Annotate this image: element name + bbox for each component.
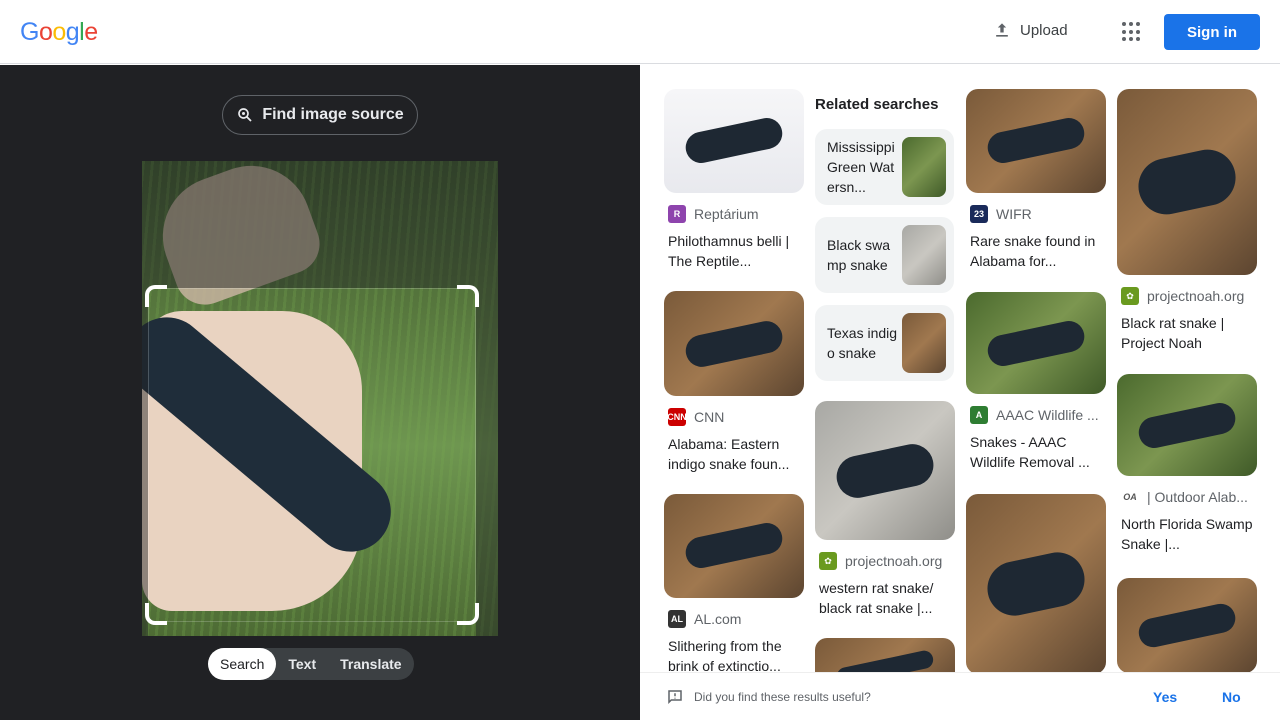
result-title[interactable]: North Florida Swamp Snake |... — [1117, 514, 1257, 554]
site-favicon-icon: OA — [1121, 488, 1139, 506]
tab-text[interactable]: Text — [276, 648, 328, 680]
result-title[interactable]: Black rat snake | Project Noah — [1117, 313, 1257, 353]
related-thumbnail — [902, 137, 946, 197]
result-title[interactable]: Snakes - AAAC Wildlife Removal ... — [966, 432, 1106, 472]
apps-grid-icon[interactable] — [1122, 22, 1142, 42]
result-card[interactable]: ✿ projectnoah.org Black rat snake | Proje… — [1117, 89, 1257, 353]
related-searches-heading: Related searches — [815, 96, 939, 113]
crop-handle-top-right[interactable] — [457, 285, 479, 307]
related-search-chip[interactable]: Texas indigo snake — [815, 305, 954, 381]
related-thumbnail — [902, 225, 946, 285]
related-search-chip[interactable]: Mississippi Green Watersn... — [815, 129, 954, 205]
related-search-chip[interactable]: Black swamp snake — [815, 217, 954, 293]
crop-handle-bottom-left[interactable] — [145, 603, 167, 625]
feedback-no-button[interactable]: No — [1222, 689, 1241, 705]
result-card[interactable] — [1117, 578, 1257, 673]
result-title[interactable]: Rare snake found in Alabama for... — [966, 231, 1106, 271]
feedback-yes-button[interactable]: Yes — [1153, 689, 1177, 705]
find-image-source-button[interactable]: Find image source — [222, 95, 418, 135]
result-title[interactable]: western rat snake/ black rat snake |... — [815, 578, 955, 618]
lens-mode-tabs: Search Text Translate — [208, 648, 414, 680]
result-title[interactable]: Philothamnus belli | The Reptile... — [664, 231, 804, 271]
google-logo[interactable]: Google — [20, 18, 98, 47]
result-card[interactable]: 23 WIFR Rare snake found in Alabama for..… — [966, 89, 1106, 271]
result-card[interactable]: AL AL.com Slithering from the brink of ex… — [664, 494, 804, 676]
result-thumbnail[interactable] — [966, 494, 1106, 674]
result-title[interactable]: Alabama: Eastern indigo snake foun... — [664, 434, 804, 474]
feedback-question: Did you find these results useful? — [694, 689, 871, 704]
crop-handle-top-left[interactable] — [145, 285, 167, 307]
result-card[interactable]: CNN CNN Alabama: Eastern indigo snake fou… — [664, 291, 804, 474]
upload-icon — [996, 23, 1008, 37]
lens-image-pane: Find image source Search Text Translate — [0, 65, 640, 720]
result-thumbnail[interactable] — [1117, 578, 1257, 673]
upload-button[interactable]: Upload — [992, 20, 1068, 40]
visual-matches: R Reptárium Philothamnus belli | The Rept… — [640, 65, 1280, 685]
result-thumbnail[interactable] — [664, 291, 804, 396]
related-thumbnail — [902, 313, 946, 373]
result-thumbnail[interactable] — [815, 401, 955, 540]
result-thumbnail[interactable] — [664, 89, 804, 193]
site-favicon-icon: AL — [668, 610, 686, 628]
feedback-icon — [668, 689, 682, 704]
lens-search-icon — [238, 108, 252, 122]
result-card[interactable]: A AAAC Wildlife ... Snakes - AAAC Wildlif… — [966, 292, 1106, 472]
result-card[interactable]: OA | Outdoor Alab... North Florida Swamp … — [1117, 374, 1257, 554]
site-favicon-icon: ✿ — [819, 552, 837, 570]
top-bar: Google Upload Sign in — [0, 0, 1280, 64]
result-thumbnail[interactable] — [1117, 374, 1257, 476]
site-favicon-icon: R — [668, 205, 686, 223]
result-thumbnail[interactable] — [966, 292, 1106, 394]
sign-in-button[interactable]: Sign in — [1164, 14, 1260, 50]
tab-search[interactable]: Search — [208, 648, 277, 680]
feedback-bar: Did you find these results useful? Yes N… — [640, 672, 1280, 720]
result-thumbnail[interactable] — [664, 494, 804, 598]
crop-handle-bottom-right[interactable] — [457, 603, 479, 625]
site-favicon-icon: CNN — [667, 408, 687, 426]
result-card[interactable] — [966, 494, 1106, 674]
result-card[interactable]: ✿ projectnoah.org western rat snake/ blac… — [815, 401, 955, 618]
result-title[interactable]: Slithering from the brink of extinctio..… — [664, 636, 804, 676]
site-favicon-icon: 23 — [970, 205, 988, 223]
crop-selection[interactable] — [145, 285, 479, 625]
site-favicon-icon: ✿ — [1121, 287, 1139, 305]
result-card[interactable]: R Reptárium Philothamnus belli | The Rept… — [664, 89, 804, 271]
site-favicon-icon: A — [970, 406, 988, 424]
tab-translate[interactable]: Translate — [328, 648, 413, 680]
result-thumbnail[interactable] — [966, 89, 1106, 193]
result-thumbnail[interactable] — [1117, 89, 1257, 275]
